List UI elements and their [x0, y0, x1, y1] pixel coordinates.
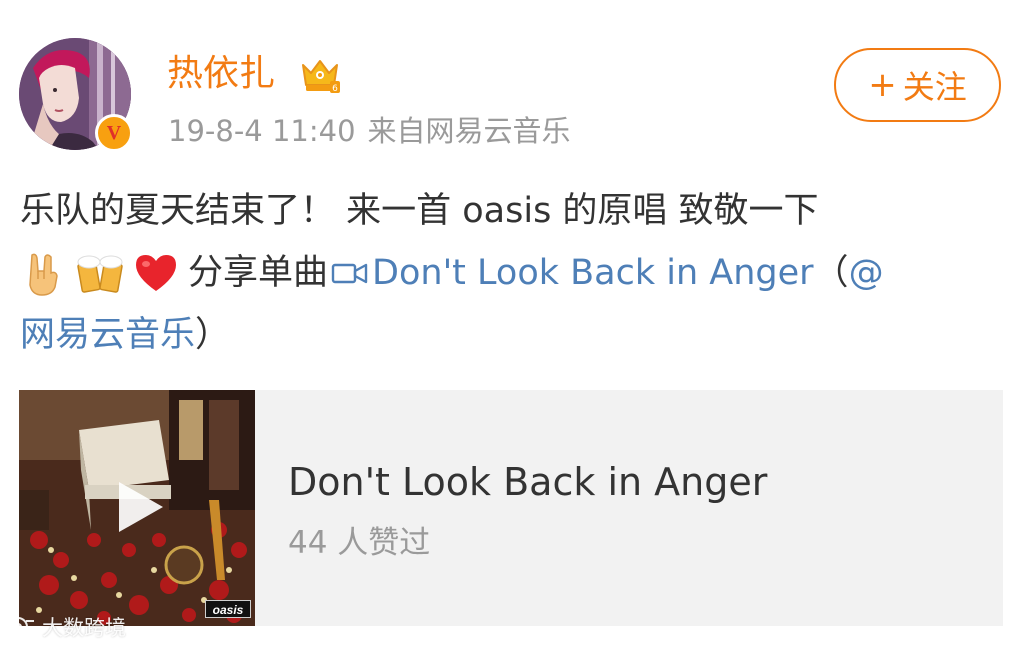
plus-icon: +	[868, 65, 897, 105]
close-paren: ）	[195, 315, 231, 355]
watermark: 大数跨境	[6, 612, 126, 642]
mention-link[interactable]: 网易云音乐	[20, 304, 195, 366]
share-song-text: 分享单曲	[188, 253, 329, 293]
crown-icon[interactable]: 6	[299, 55, 341, 95]
post-line-3: 网易云音乐 ）	[20, 304, 1005, 366]
post-line-2: 分享单曲 Don't Look Back in Anger （ @	[20, 242, 1005, 304]
verified-badge: V	[95, 114, 133, 152]
watermark-logo-icon	[8, 617, 34, 637]
beer-mugs-icon	[77, 255, 123, 293]
open-paren: （	[813, 253, 849, 293]
mention-at[interactable]: @	[849, 242, 884, 304]
follow-button[interactable]: + 关注	[834, 48, 1001, 122]
red-heart-icon	[136, 255, 176, 291]
post-meta: 19-8-4 11:40 来自网易云音乐	[168, 113, 571, 149]
song-title[interactable]: Don't Look Back in Anger	[288, 458, 767, 506]
post-text-line1: 乐队的夏天结束了！ 来一首 oasis 的原唱 致敬一下	[20, 191, 819, 231]
play-icon[interactable]	[105, 474, 171, 540]
rock-hand-icon	[29, 253, 58, 296]
watermark-text: 大数跨境	[42, 616, 126, 640]
video-link-icon[interactable]	[330, 258, 370, 288]
svg-text:6: 6	[332, 84, 338, 94]
oasis-logo: oasis	[205, 600, 251, 618]
album-cover[interactable]: oasis	[19, 390, 255, 626]
username[interactable]: 热依扎	[167, 52, 275, 96]
post-source[interactable]: 来自网易云音乐	[368, 114, 571, 148]
music-card[interactable]: oasis Don't Look Back in Anger 44 人赞过	[19, 390, 1003, 626]
song-link[interactable]: Don't Look Back in Anger	[372, 242, 814, 304]
post-text: 乐队的夏天结束了！ 来一首 oasis 的原唱 致敬一下 分享单曲 Don't …	[20, 180, 1005, 366]
song-likes: 44 人赞过	[288, 525, 431, 561]
follow-button-label: 关注	[902, 68, 967, 106]
post-line-1: 乐队的夏天结束了！ 来一首 oasis 的原唱 致敬一下	[20, 180, 1005, 242]
verified-badge-text: V	[106, 122, 122, 144]
post-timestamp: 19-8-4 11:40	[168, 114, 356, 148]
